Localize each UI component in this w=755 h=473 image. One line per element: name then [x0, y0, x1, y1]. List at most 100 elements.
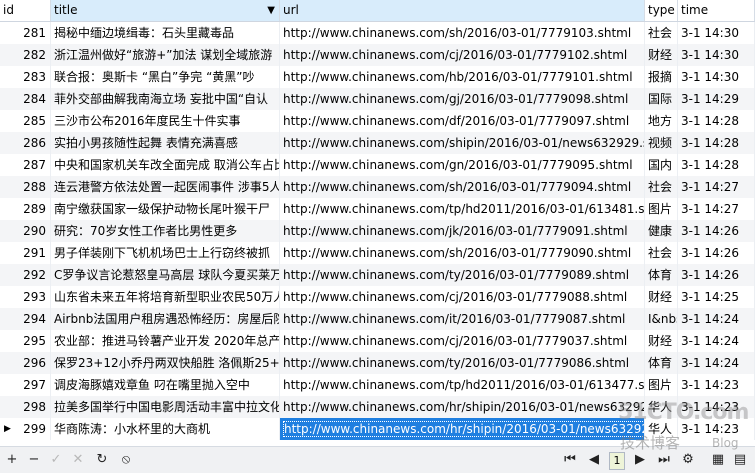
column-header-title[interactable]: title ▼: [51, 0, 280, 21]
cell-url[interactable]: http://www.chinanews.com/sh/2016/03-01/7…: [280, 242, 645, 264]
cell-id[interactable]: 291: [0, 242, 51, 264]
cell-id[interactable]: 295: [0, 330, 51, 352]
cell-title[interactable]: 研究：70岁女性工作者比男性更多: [51, 220, 280, 242]
cell-time[interactable]: 3-1 14:23: [678, 374, 755, 396]
cell-title[interactable]: 南宁缴获国家一级保护动物长尾叶猴干尸: [51, 198, 280, 220]
table-row[interactable]: 281 揭秘中缅边境缉毒：石头里藏毒品 http://www.chinanews.c…: [0, 22, 755, 44]
cell-time[interactable]: 3-1 14:25: [678, 286, 755, 308]
previous-page-icon[interactable]: ◀: [584, 450, 604, 470]
cell-id[interactable]: 290: [0, 220, 51, 242]
table-row[interactable]: 289 南宁缴获国家一级保护动物长尾叶猴干尸 http://www.chinanew…: [0, 198, 755, 220]
sort-descending-icon[interactable]: ▼: [267, 0, 275, 21]
cell-type[interactable]: 财经: [645, 286, 678, 308]
cell-title[interactable]: 调皮海豚嬉戏章鱼 叼在嘴里抛入空中: [51, 374, 280, 396]
cell-type[interactable]: 视频: [645, 132, 678, 154]
grid-view-icon[interactable]: ▦: [708, 450, 728, 470]
cell-time[interactable]: 3-1 14:29: [678, 88, 755, 110]
cell-url[interactable]: http://www.chinanews.com/tp/hd2011/2016/…: [280, 198, 645, 220]
table-row[interactable]: 295 农业部：推进马铃薯产业开发 2020年总产 http://www.china…: [0, 330, 755, 352]
cell-title[interactable]: 联合报：奥斯卡 “黑白”争完 “黄黑”吵: [51, 66, 280, 88]
cell-time[interactable]: 3-1 14:30: [678, 66, 755, 88]
cell-time[interactable]: 3-1 14:27: [678, 198, 755, 220]
cell-url[interactable]: http://www.chinanews.com/hr/shipin/2016/…: [280, 418, 645, 440]
cell-id[interactable]: 298: [0, 396, 51, 418]
cell-id[interactable]: 296: [0, 352, 51, 374]
delete-record-icon[interactable]: −: [24, 450, 44, 470]
cell-id[interactable]: 289: [0, 198, 51, 220]
cell-type[interactable]: 体育: [645, 264, 678, 286]
cell-title[interactable]: 男子佯装刚下飞机机场巴士上行窃终被抓: [51, 242, 280, 264]
cell-title[interactable]: C罗争议言论惹怒皇马高层 球队今夏买莱万: [51, 264, 280, 286]
cell-url[interactable]: http://www.chinanews.com/gj/2016/03-01/7…: [280, 88, 645, 110]
cell-id[interactable]: 281: [0, 22, 51, 44]
cell-url[interactable]: http://www.chinanews.com/cj/2016/03-01/7…: [280, 286, 645, 308]
cell-type[interactable]: 国际: [645, 88, 678, 110]
cell-type[interactable]: 社会: [645, 176, 678, 198]
cell-type[interactable]: 社会: [645, 242, 678, 264]
cell-url[interactable]: http://www.chinanews.com/ty/2016/03-01/7…: [280, 264, 645, 286]
cell-type[interactable]: 社会: [645, 22, 678, 44]
cell-url[interactable]: http://www.chinanews.com/shipin/2016/03-…: [280, 132, 645, 154]
cell-time[interactable]: 3-1 14:30: [678, 22, 755, 44]
table-row[interactable]: 292 C罗争议言论惹怒皇马高层 球队今夏买莱万 http://www.chinan…: [0, 264, 755, 286]
form-view-icon[interactable]: ▤: [730, 450, 750, 470]
column-header-id[interactable]: id: [0, 0, 51, 21]
table-row[interactable]: 290 研究：70岁女性工作者比男性更多 http://www.chinanews.…: [0, 220, 755, 242]
cell-time[interactable]: 3-1 14:26: [678, 264, 755, 286]
cell-title[interactable]: 菲外交部曲解我南海立场 妄批中国“自认: [51, 88, 280, 110]
cell-id[interactable]: 284: [0, 88, 51, 110]
cell-id[interactable]: 297: [0, 374, 51, 396]
cell-title[interactable]: 华商陈涛：小水杯里的大商机: [51, 418, 280, 440]
cell-time[interactable]: 3-1 14:27: [678, 176, 755, 198]
cell-url[interactable]: http://www.chinanews.com/it/2016/03-01/7…: [280, 308, 645, 330]
cell-id[interactable]: 293: [0, 286, 51, 308]
column-header-time[interactable]: time: [678, 0, 755, 21]
table-row[interactable]: 297 调皮海豚嬉戏章鱼 叼在嘴里抛入空中 http://www.chinanews…: [0, 374, 755, 396]
cell-url[interactable]: http://www.chinanews.com/hr/shipin/2016/…: [280, 396, 645, 418]
cell-time[interactable]: 3-1 14:24: [678, 330, 755, 352]
cell-url[interactable]: http://www.chinanews.com/jk/2016/03-01/7…: [280, 220, 645, 242]
cell-title[interactable]: 浙江温州做好“旅游+”加法 谋划全域旅游: [51, 44, 280, 66]
first-page-icon[interactable]: ⏮: [560, 450, 580, 470]
cell-type[interactable]: 体育: [645, 352, 678, 374]
refresh-icon[interactable]: ↻: [92, 450, 112, 470]
cell-type[interactable]: 地方: [645, 110, 678, 132]
cell-time[interactable]: 3-1 14:24: [678, 308, 755, 330]
cell-url[interactable]: http://www.chinanews.com/sh/2016/03-01/7…: [280, 176, 645, 198]
cell-url[interactable]: http://www.chinanews.com/tp/hd2011/2016/…: [280, 374, 645, 396]
table-row[interactable]: 293 山东省未来五年将培育新型职业农民50万人 http://www.chinan…: [0, 286, 755, 308]
cell-title[interactable]: 拉美多国举行中国电影周活动丰富中拉文化: [51, 396, 280, 418]
cell-type[interactable]: 图片: [645, 198, 678, 220]
cell-type[interactable]: 图片: [645, 374, 678, 396]
table-row[interactable]: 283 联合报：奥斯卡 “黑白”争完 “黄黑”吵 http://www.chinan…: [0, 66, 755, 88]
cell-type[interactable]: 财经: [645, 330, 678, 352]
cell-type[interactable]: 报摘: [645, 66, 678, 88]
cell-title[interactable]: 农业部：推进马铃薯产业开发 2020年总产: [51, 330, 280, 352]
stop-icon[interactable]: ⦸: [116, 450, 136, 470]
table-row[interactable]: 294 Airbnb法国用户租房遇恐怖经历：房屋后院 http://www.chin…: [0, 308, 755, 330]
next-page-icon[interactable]: ▶: [630, 450, 650, 470]
cell-id[interactable]: 287: [0, 154, 51, 176]
cell-id[interactable]: 294: [0, 308, 51, 330]
last-page-icon[interactable]: ⏭: [654, 450, 674, 470]
cell-title[interactable]: 保罗23+12小乔丹两双快船胜 洛佩斯25+1: [51, 352, 280, 374]
table-row[interactable]: 291 男子佯装刚下飞机机场巴士上行窃终被抓 http://www.chinanew…: [0, 242, 755, 264]
column-header-url[interactable]: url: [280, 0, 645, 21]
cell-title[interactable]: 揭秘中缅边境缉毒：石头里藏毒品: [51, 22, 280, 44]
cell-url[interactable]: http://www.chinanews.com/df/2016/03-01/7…: [280, 110, 645, 132]
table-row[interactable]: 282 浙江温州做好“旅游+”加法 谋划全域旅游 http://www.chinan…: [0, 44, 755, 66]
cell-url[interactable]: http://www.chinanews.com/sh/2016/03-01/7…: [280, 22, 645, 44]
cell-type[interactable]: 健康: [645, 220, 678, 242]
page-number[interactable]: 1: [609, 452, 625, 470]
apply-changes-icon[interactable]: ✓: [46, 450, 66, 470]
cell-title[interactable]: 中央和国家机关车改全面完成 取消公车占比: [51, 154, 280, 176]
cell-id[interactable]: 285: [0, 110, 51, 132]
table-row[interactable]: 287 中央和国家机关车改全面完成 取消公车占比 http://www.chinan…: [0, 154, 755, 176]
discard-changes-icon[interactable]: ✕: [68, 450, 88, 470]
cell-time[interactable]: 3-1 14:24: [678, 352, 755, 374]
cell-title[interactable]: 连云港警方依法处置一起医闹事件 涉事5人: [51, 176, 280, 198]
cell-type[interactable]: 财经: [645, 44, 678, 66]
cell-url[interactable]: http://www.chinanews.com/gn/2016/03-01/7…: [280, 154, 645, 176]
cell-url[interactable]: http://www.chinanews.com/cj/2016/03-01/7…: [280, 330, 645, 352]
cell-url[interactable]: http://www.chinanews.com/hb/2016/03-01/7…: [280, 66, 645, 88]
